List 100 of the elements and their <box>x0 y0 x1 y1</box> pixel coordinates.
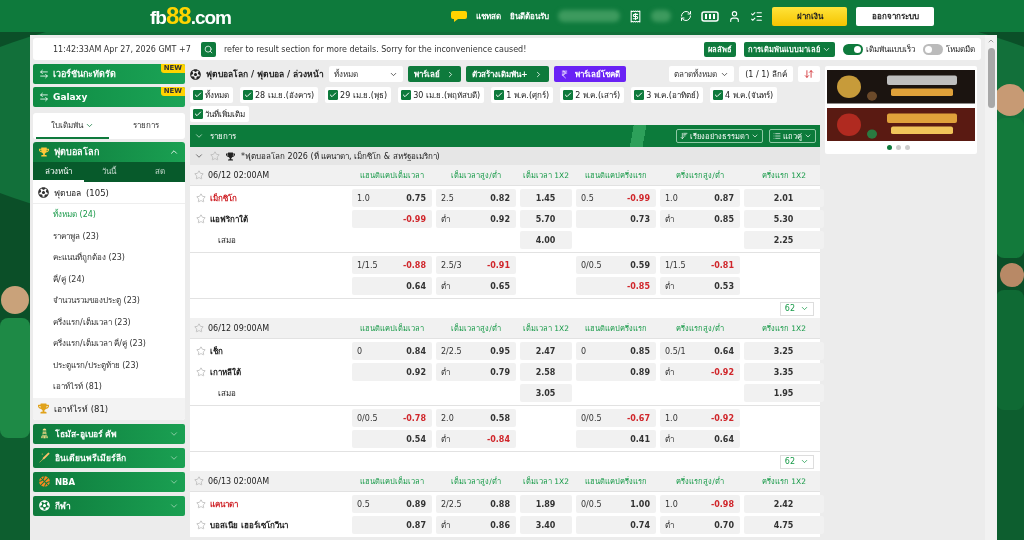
section-header[interactable]: ฟุตบอลโลก <box>33 142 185 162</box>
odds-button[interactable]: 0.92 <box>352 363 432 381</box>
market-item[interactable]: คี่/คู่ (24) <box>33 268 185 290</box>
period-tab[interactable]: ล่วงหน้า <box>33 162 84 182</box>
star-icon[interactable] <box>196 193 206 203</box>
refresh-icon[interactable] <box>680 10 692 22</box>
more-markets-select[interactable]: 62 <box>779 301 814 316</box>
odds-button[interactable]: 2/2.5 0.88 <box>436 495 516 513</box>
odds-button[interactable]: 1/1.5 -0.88 <box>352 256 432 274</box>
bet-mode-button[interactable]: พาร์เลย์โชคดี <box>553 66 626 82</box>
date-filter[interactable]: 28 เม.ย.(อังคาร) <box>240 87 319 103</box>
odds-button[interactable]: 5.70 <box>520 210 572 228</box>
receipt-icon[interactable] <box>629 9 642 23</box>
odds-button[interactable]: 0.87 <box>352 516 432 534</box>
market-item[interactable]: ครึ่งแรก/เต็มเวลา คี่/คู่ (23) <box>33 333 185 355</box>
sidebar-tab[interactable]: ใบเดิมพัน <box>36 113 109 139</box>
star-icon[interactable] <box>210 151 220 161</box>
odds-button[interactable]: ต่ำ -0.84 <box>436 430 516 448</box>
odds-button[interactable]: 3.25 <box>744 342 824 360</box>
date-filter[interactable]: 29 เม.ย.(พุธ) <box>325 87 392 103</box>
checkbox[interactable] <box>401 90 412 100</box>
star-icon[interactable] <box>196 520 206 530</box>
checkbox[interactable] <box>563 90 574 100</box>
sport-group-header[interactable]: NBA <box>33 471 185 492</box>
logout-button[interactable]: ออกจากระบบ <box>856 6 934 26</box>
date-filter[interactable]: วันที่เพิ่มเติม <box>190 106 249 122</box>
odds-button[interactable]: -0.99 <box>352 210 432 228</box>
search-button[interactable] <box>201 41 216 57</box>
carousel-dot[interactable] <box>887 145 892 150</box>
odds-button[interactable]: 0.5 -0.99 <box>576 189 656 207</box>
odds-button[interactable]: ต่ำ 0.85 <box>660 210 740 228</box>
sidebar-tab[interactable]: รายการ <box>109 113 182 139</box>
checkbox[interactable] <box>193 109 203 119</box>
odds-button[interactable]: 1/1.5 -0.81 <box>660 256 740 274</box>
checkbox[interactable] <box>713 90 724 100</box>
star-icon[interactable] <box>196 214 206 224</box>
carousel-dot[interactable] <box>905 145 910 150</box>
scrollbar[interactable] <box>985 35 997 540</box>
sport-group-header[interactable]: อินเดียนพรีเมียร์ลีก <box>33 447 185 468</box>
odds-button[interactable]: ต่ำ 0.53 <box>660 277 740 295</box>
odds-button[interactable]: 2.47 <box>520 342 572 360</box>
market-item[interactable]: ครึ่งแรก/เต็มเวลา (23) <box>33 311 185 333</box>
odds-button[interactable]: 2.42 <box>744 495 824 513</box>
carousel-dot[interactable] <box>896 145 901 150</box>
checkbox[interactable] <box>243 90 253 100</box>
market-item[interactable]: คะแนนที่ถูกต้อง (23) <box>33 247 185 269</box>
bet-mode-button[interactable]: พาร์เลย์ <box>408 66 462 82</box>
odds-button[interactable]: 4.00 <box>520 231 572 249</box>
odds-button[interactable]: 2.0 0.58 <box>436 409 516 427</box>
star-icon[interactable] <box>194 170 204 180</box>
odds-button[interactable]: 2.58 <box>520 363 572 381</box>
live-chat-link[interactable]: แชทสด <box>476 9 501 23</box>
odds-button[interactable]: 1.45 <box>520 189 572 207</box>
slot-machine-icon[interactable] <box>701 10 719 22</box>
date-filter[interactable]: 4 พ.ค.(จันทร์) <box>710 87 778 103</box>
filter-select[interactable]: ทั้งหมด <box>329 66 404 82</box>
toggle-switch[interactable] <box>843 43 863 55</box>
odds-button[interactable]: ต่ำ 0.86 <box>436 516 516 534</box>
market-item[interactable]: ทั้งหมด (24) <box>33 204 185 226</box>
date-filter[interactable]: ทั้งหมด <box>190 87 233 103</box>
odds-button[interactable]: 3.05 <box>520 384 572 402</box>
checkbox[interactable] <box>328 90 339 100</box>
odds-button[interactable]: 3.40 <box>520 516 572 534</box>
toggle-switch[interactable] <box>923 43 943 55</box>
odds-button[interactable]: 1.0 0.75 <box>352 189 432 207</box>
odds-button[interactable]: 0 0.85 <box>576 342 656 360</box>
odds-button[interactable]: 1.95 <box>744 384 824 402</box>
odds-button[interactable]: ต่ำ 0.79 <box>436 363 516 381</box>
star-icon[interactable] <box>196 367 206 377</box>
sport-group-header[interactable]: กีฬา <box>33 495 185 516</box>
odds-button[interactable]: 1.0 -0.98 <box>660 495 740 513</box>
checklist-icon[interactable] <box>750 9 763 23</box>
odds-button[interactable]: ต่ำ -0.92 <box>660 363 740 381</box>
odds-button[interactable]: 2.01 <box>744 189 824 207</box>
odds-button[interactable]: ต่ำ 0.64 <box>660 430 740 448</box>
user-icon[interactable] <box>728 9 741 23</box>
markets-select[interactable]: ตลาดทั้งหมด <box>669 66 735 82</box>
odds-button[interactable]: ต่ำ 0.65 <box>436 277 516 295</box>
odds-button[interactable]: 0.5 0.89 <box>352 495 432 513</box>
odds-button[interactable]: ต่ำ 0.92 <box>436 210 516 228</box>
market-item[interactable]: เอาท์ไรท์ (81) <box>33 376 185 398</box>
bet-mode-button[interactable]: ตัวสร้างเดิมพัน+ <box>466 66 549 82</box>
market-item[interactable]: จำนวนรวมของประตู (23) <box>33 290 185 312</box>
odds-button[interactable]: 0.74 <box>576 516 656 534</box>
odds-button[interactable]: ต่ำ 0.70 <box>660 516 740 534</box>
odds-button[interactable]: 2.5/3 -0.91 <box>436 256 516 274</box>
odds-button[interactable]: 0.73 <box>576 210 656 228</box>
odds-button[interactable]: 1.89 <box>520 495 572 513</box>
odds-button[interactable]: 0/0.5 0.59 <box>576 256 656 274</box>
star-icon[interactable] <box>194 323 204 333</box>
checkbox[interactable] <box>634 90 645 100</box>
odds-button[interactable]: 2.25 <box>744 231 824 249</box>
odds-button[interactable]: 0.41 <box>576 430 656 448</box>
odds-button[interactable]: 0/0.5 1.00 <box>576 495 656 513</box>
odds-button[interactable]: 3.35 <box>744 363 824 381</box>
more-markets-select[interactable]: 62 <box>779 454 814 469</box>
chat-bubble-icon[interactable] <box>451 10 467 22</box>
star-icon[interactable] <box>194 476 204 486</box>
odds-button[interactable]: 0/0.5 -0.67 <box>576 409 656 427</box>
odds-button[interactable]: 1.0 0.87 <box>660 189 740 207</box>
